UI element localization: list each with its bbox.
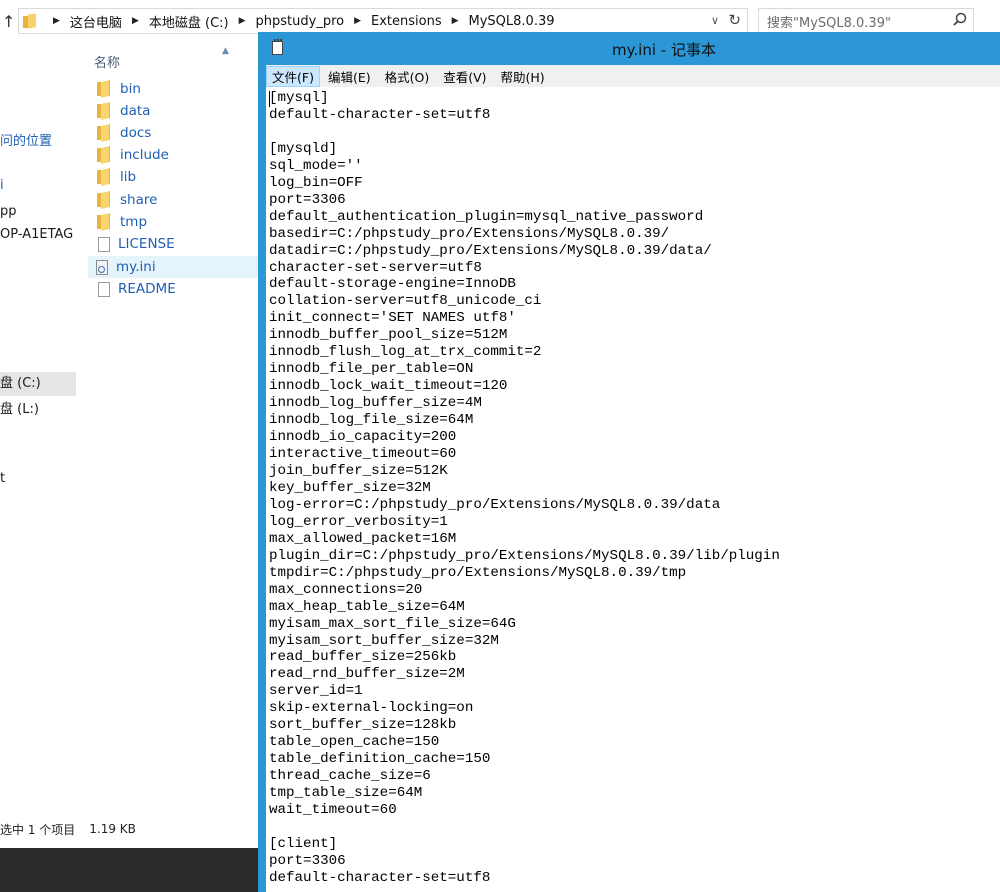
notepad-window: my.ini - 记事本 文件(F) 编辑(E) 格式(O) 查看(V) 帮助(… (258, 32, 1000, 892)
settings-file-icon (96, 259, 108, 275)
up-arrow-icon[interactable]: ↑ (2, 12, 15, 31)
address-bar[interactable]: ▶ 这台电脑 ▶ 本地磁盘 (C:) ▶ phpstudy_pro ▶ Exte… (18, 8, 748, 34)
status-selected-size: 1.19 KB (89, 822, 136, 836)
window-title: my.ini - 记事本 (612, 41, 716, 59)
nav-item-i[interactable]: i (0, 178, 4, 193)
folder-icon (96, 213, 112, 231)
title-bar[interactable]: my.ini - 记事本 (258, 32, 1000, 64)
column-header-name[interactable]: 名称 (94, 52, 120, 71)
folder-icon (96, 146, 112, 164)
file-name: tmp (120, 214, 148, 230)
menu-view[interactable]: 查看(V) (437, 66, 492, 87)
file-name: README (118, 281, 176, 297)
folder-icon (96, 102, 112, 120)
status-bar: 选中 1 个项目 1.19 KB (0, 816, 258, 842)
search-icon[interactable] (953, 12, 967, 26)
file-name: lib (120, 169, 137, 185)
nav-item-disk-c[interactable]: 盘 (C:) (0, 372, 76, 396)
file-name: bin (120, 81, 141, 97)
breadcrumb-local-disk-c[interactable]: 本地磁盘 (C:) (149, 12, 229, 31)
file-row-share[interactable]: share (90, 189, 270, 211)
file-row-include[interactable]: include (90, 144, 270, 166)
refresh-icon[interactable]: ↻ (728, 11, 741, 29)
status-selected-count: 选中 1 个项目 (0, 822, 76, 837)
chevron-right-icon[interactable]: ▶ (132, 16, 139, 26)
file-row-docs[interactable]: docs (90, 122, 270, 144)
file-row-lib[interactable]: lib (90, 166, 270, 188)
taskbar (0, 848, 258, 892)
breadcrumb-this-pc[interactable]: 这台电脑 (70, 12, 122, 31)
chevron-right-icon[interactable]: ▶ (53, 16, 60, 26)
file-name: data (120, 103, 151, 119)
nav-quick-access[interactable]: 问的位置 (0, 130, 52, 149)
folder-icon (96, 80, 112, 98)
menu-help[interactable]: 帮助(H) (495, 66, 551, 87)
document-icon (98, 281, 110, 297)
navigation-pane: 问的位置 i pp OP-A1ETAG 盘 (C:) 盘 (L:) t (0, 44, 76, 844)
file-row-license[interactable]: LICENSE (90, 233, 270, 255)
chevron-right-icon[interactable]: ▶ (452, 16, 459, 26)
file-name: my.ini (116, 259, 156, 275)
file-name: include (120, 147, 169, 163)
file-row-data[interactable]: data (90, 100, 270, 122)
file-row-readme[interactable]: README (90, 278, 270, 300)
menu-file[interactable]: 文件(F) (266, 65, 320, 87)
file-name: LICENSE (118, 236, 175, 252)
editor-content[interactable]: [mysql] default-character-set=utf8 [mysq… (266, 87, 1000, 887)
file-list: 名称 ▲ bin data docs include lib share tmp… (76, 44, 278, 844)
file-name: docs (120, 125, 152, 141)
sort-ascending-icon: ▲ (222, 46, 229, 56)
folder-icon (96, 191, 112, 209)
folder-icon (96, 168, 112, 186)
breadcrumb-phpstudy-pro[interactable]: phpstudy_pro (256, 14, 345, 29)
chevron-right-icon[interactable]: ▶ (239, 16, 246, 26)
search-input[interactable]: 搜索"MySQL8.0.39" (758, 8, 974, 34)
menu-format[interactable]: 格式(O) (379, 66, 436, 87)
text-caret (269, 91, 270, 107)
breadcrumb-extensions[interactable]: Extensions (371, 14, 442, 29)
menu-bar: 文件(F) 编辑(E) 格式(O) 查看(V) 帮助(H) (266, 65, 1000, 87)
chevron-right-icon[interactable]: ▶ (354, 16, 361, 26)
folder-icon (23, 13, 37, 29)
nav-item-this-pc[interactable]: OP-A1ETAG (0, 227, 73, 242)
file-row-tmp[interactable]: tmp (90, 211, 270, 233)
folder-icon (96, 124, 112, 142)
nav-item-pp[interactable]: pp (0, 204, 17, 219)
search-placeholder: 搜索"MySQL8.0.39" (767, 15, 891, 31)
file-row-my-ini[interactable]: my.ini (88, 256, 278, 278)
chevron-down-icon[interactable]: ∨ (711, 14, 719, 27)
menu-edit[interactable]: 编辑(E) (322, 66, 377, 87)
file-row-bin[interactable]: bin (90, 78, 270, 100)
text-editor[interactable]: [mysql] default-character-set=utf8 [mysq… (266, 87, 1000, 892)
nav-item-disk-l[interactable]: 盘 (L:) (0, 398, 39, 417)
breadcrumb-mysql[interactable]: MySQL8.0.39 (469, 14, 555, 29)
nav-item-t[interactable]: t (0, 471, 5, 486)
file-name: share (120, 192, 158, 208)
document-icon (98, 236, 110, 252)
